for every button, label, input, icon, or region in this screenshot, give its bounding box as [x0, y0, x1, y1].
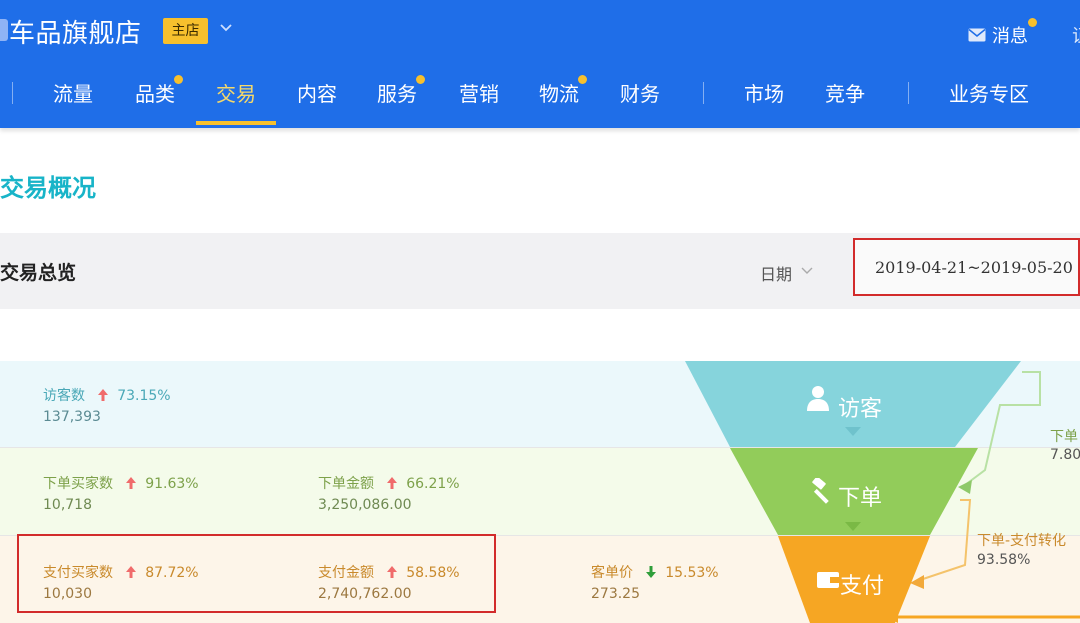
metric-value: 273.25 — [591, 586, 640, 602]
metric-label: 下单金额 — [318, 476, 374, 492]
nav-item-category[interactable]: 品类 — [135, 75, 183, 107]
funnel-stage-label: 支付 — [840, 574, 885, 599]
metric-order-amount[interactable]: 下单金额 66.21% 3,250,086.00 — [318, 473, 460, 513]
nav-item-logistics[interactable]: 物流 — [539, 75, 587, 107]
nav-item-label: 财务 — [620, 82, 660, 106]
metric-change: 73.15% — [117, 388, 171, 404]
visit-order-conversion-label: 下单 — [1050, 429, 1078, 445]
top-header: 车品旗舰店 主店 消息 证 流量 品类 交易 内容 服务 营 — [0, 0, 1080, 128]
nav-item-content[interactable]: 内容 — [297, 78, 337, 107]
chevron-down-icon[interactable] — [800, 265, 814, 277]
nav-item-transaction[interactable]: 交易 — [216, 78, 256, 107]
metric-label: 客单价 — [591, 565, 633, 581]
nav-item-business-zone[interactable]: 业务专区 — [949, 78, 1029, 107]
order-pay-conversion-value: 93.58% — [977, 552, 1031, 568]
metric-value: 137,393 — [43, 409, 101, 425]
nav-notification-dot — [578, 75, 587, 84]
shop-tab-marker — [0, 19, 8, 41]
page-title: 交易概况 — [0, 174, 96, 202]
funnel-stage-label: 下单 — [838, 486, 883, 511]
metric-label: 下单买家数 — [43, 476, 113, 492]
metric-order-buyers[interactable]: 下单买家数 91.63% 10,718 — [43, 473, 199, 513]
metric-label: 访客数 — [43, 388, 85, 404]
nav-item-finance[interactable]: 财务 — [620, 78, 660, 107]
metric-unit-price[interactable]: 客单价 15.53% 273.25 — [591, 562, 719, 602]
mail-icon — [968, 28, 986, 42]
overview-title: 交易总览 — [0, 262, 77, 284]
nav-active-underline — [196, 121, 276, 125]
nav-notification-dot — [174, 75, 183, 84]
nav-separator — [12, 82, 13, 104]
header-cut-text[interactable]: 证 — [1072, 22, 1080, 48]
messages-button[interactable]: 消息 — [968, 18, 1037, 48]
visit-order-conversion-value: 7.80 — [1050, 447, 1080, 463]
messages-label: 消息 — [992, 26, 1028, 47]
shop-name[interactable]: 车品旗舰店 — [9, 13, 142, 50]
metric-change: 15.53% — [665, 565, 719, 581]
nav-separator — [908, 82, 909, 104]
wallet-icon — [817, 572, 839, 588]
nav-item-label: 流量 — [53, 82, 93, 106]
funnel-stage-label: 访客 — [838, 397, 883, 422]
metric-change: 91.63% — [145, 476, 199, 492]
nav-item-label: 服务 — [377, 82, 417, 106]
nav-item-label: 物流 — [539, 82, 579, 106]
nav-item-label: 业务专区 — [949, 82, 1029, 106]
arrow-up-icon — [387, 477, 398, 489]
main-nav: 流量 品类 交易 内容 服务 营销 物流 财务 市场 竞争 业务专区 — [0, 66, 1080, 128]
nav-item-competition[interactable]: 竞争 — [825, 78, 865, 107]
nav-item-market[interactable]: 市场 — [744, 78, 784, 107]
overview-bar: 交易总览 日期 2019-04-21~2019-05-20 — [0, 233, 1080, 309]
gavel-icon — [812, 478, 829, 504]
date-selector[interactable]: 日期 — [760, 261, 792, 285]
date-range-text: 2019-04-21~2019-05-20 — [875, 258, 1073, 277]
user-icon — [807, 386, 829, 411]
arrow-up-icon — [126, 477, 137, 489]
nav-item-label: 市场 — [744, 82, 784, 106]
metric-change: 66.21% — [406, 476, 460, 492]
main-store-badge: 主店 — [163, 18, 208, 44]
order-pay-conversion-label: 下单-支付转化 — [977, 533, 1067, 549]
arrow-up-icon — [98, 389, 109, 401]
nav-item-marketing[interactable]: 营销 — [459, 78, 499, 107]
nav-item-label: 营销 — [459, 82, 499, 106]
payment-metrics-highlight — [17, 534, 496, 613]
nav-notification-dot — [416, 75, 425, 84]
messages-notification-dot — [1028, 18, 1037, 27]
chevron-down-icon[interactable] — [219, 20, 233, 34]
metric-visitors[interactable]: 访客数 73.15% 137,393 — [43, 385, 171, 425]
nav-item-service[interactable]: 服务 — [377, 75, 425, 107]
row-divider — [0, 447, 1080, 448]
nav-item-label: 交易 — [216, 82, 256, 106]
nav-item-label: 内容 — [297, 82, 337, 106]
metric-value: 3,250,086.00 — [318, 497, 412, 513]
nav-item-traffic[interactable]: 流量 — [53, 78, 93, 107]
nav-item-label: 竞争 — [825, 82, 865, 106]
nav-item-label: 品类 — [135, 82, 175, 106]
nav-separator — [703, 82, 704, 104]
metric-value: 10,718 — [43, 497, 92, 513]
arrow-down-icon — [646, 566, 657, 578]
date-range-display[interactable]: 2019-04-21~2019-05-20 — [853, 238, 1080, 296]
